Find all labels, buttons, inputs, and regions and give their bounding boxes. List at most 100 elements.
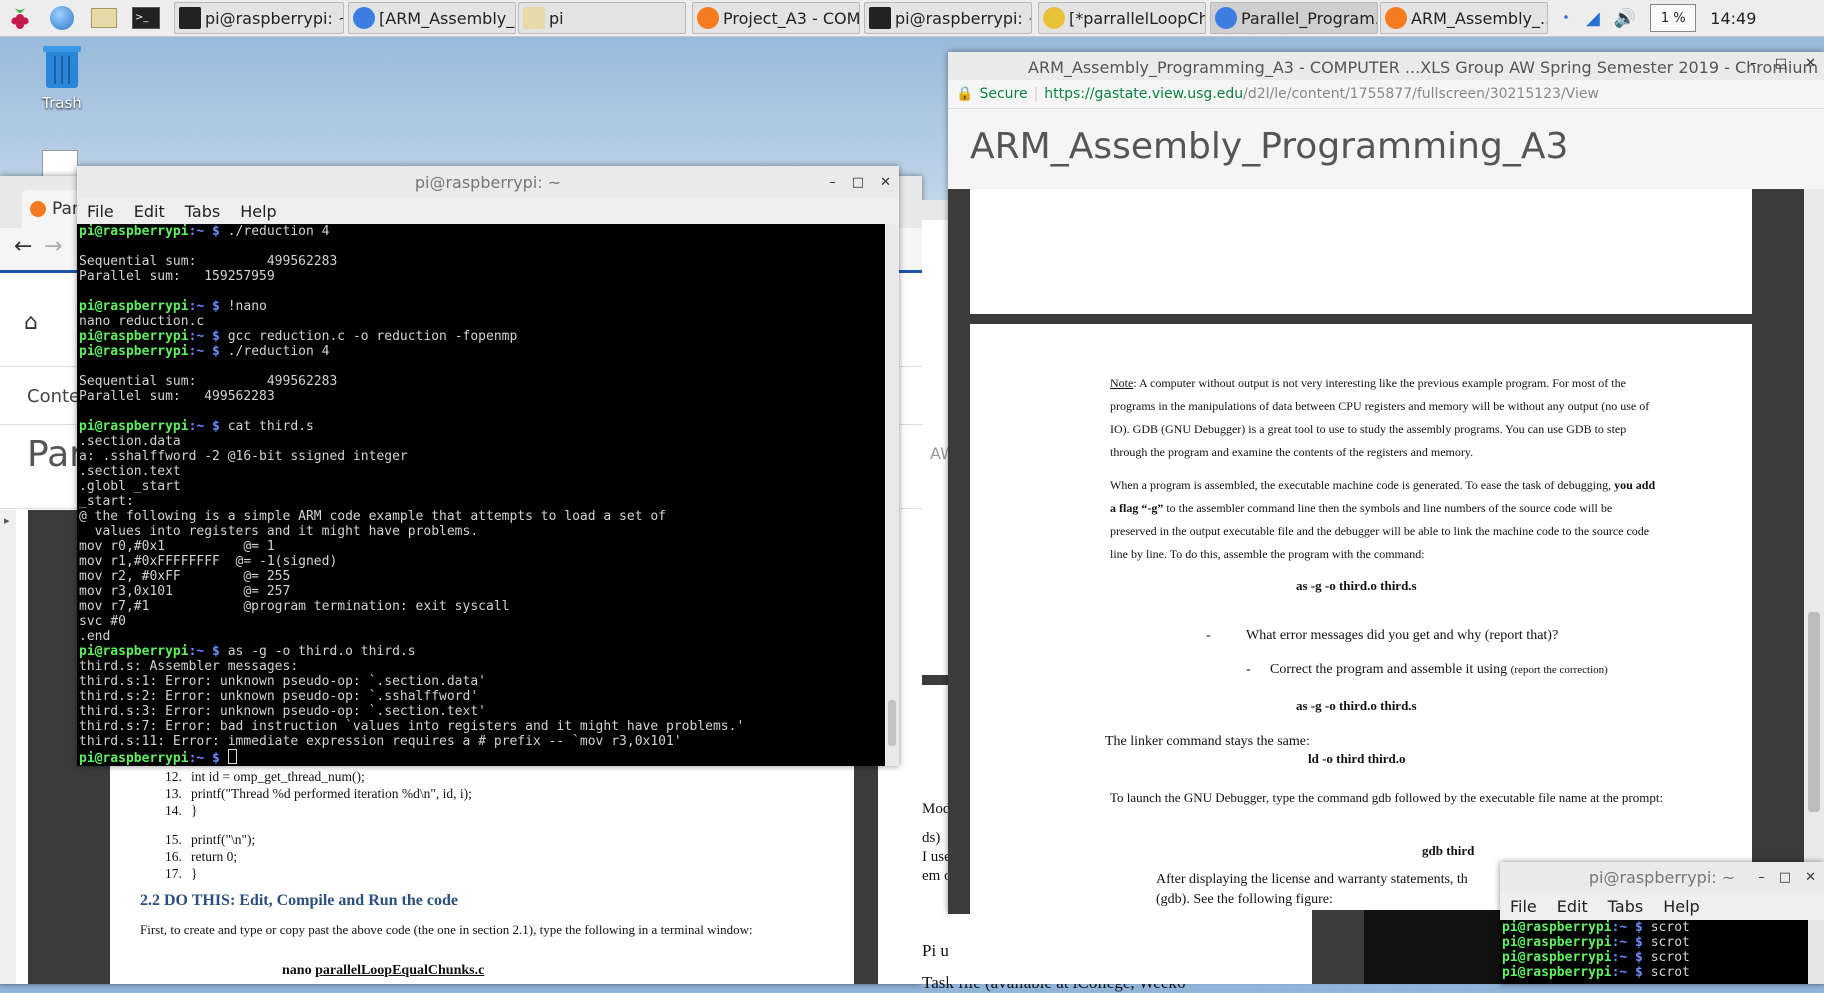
wifi-icon[interactable]: ◢: [1586, 8, 1600, 29]
raspberry-menu-button[interactable]: [6, 4, 34, 32]
terminal-line: pi@raspberrypi:~ $ scrot: [1502, 965, 1808, 980]
code-line: 17.}: [165, 865, 472, 882]
menu-item-edit[interactable]: Edit: [124, 202, 175, 221]
taskbar-task-label: [*parrallelLoopCh...: [1069, 8, 1205, 28]
cmd-as-1: as -g -o third.o third.s: [1296, 578, 1417, 593]
geany-icon: [1043, 7, 1065, 29]
prompt-command: as -g -o third.o third.s: [227, 644, 416, 659]
menu-item-tabs[interactable]: Tabs: [1598, 897, 1653, 916]
minimize-icon[interactable]: –: [1750, 56, 1757, 71]
url-host: https://gastate.view.usg.edu: [1044, 86, 1244, 102]
menu-item-tabs[interactable]: Tabs: [175, 202, 230, 221]
menu-item-help[interactable]: Help: [1653, 897, 1709, 916]
terminal-line: svc #0: [79, 614, 126, 629]
home-icon[interactable]: ⌂: [24, 310, 38, 335]
terminal-line: pi@raspberrypi:~ $ cat third.s: [79, 419, 885, 434]
doc-text-right: Note: A computer without output is not v…: [1110, 372, 1660, 566]
terminal-line: Parallel sum: 499562283: [79, 389, 275, 404]
code-line: 15. printf("\n");: [165, 831, 472, 848]
trash-icon: [43, 46, 81, 88]
sidebar-toggle-icon[interactable]: ▸: [4, 514, 10, 527]
code-line: 13. printf("Thread %d performed iteration…: [165, 785, 472, 802]
taskbar-task[interactable]: pi@raspberrypi: ~: [864, 2, 1032, 34]
taskbar-task[interactable]: [ARM_Assembly_...: [348, 2, 516, 34]
url-path: /d2l/le/content/1755877/fullscreen/30215…: [1243, 86, 1599, 102]
document-lower-left: 12. int id = omp_get_thread_num(); 13. prin…: [110, 768, 854, 984]
terminal-scrollbar[interactable]: [885, 224, 899, 766]
code-line-text: return 0;: [191, 849, 238, 864]
prompt-path: :~ $: [1611, 935, 1651, 950]
prompt-command: scrot: [1650, 935, 1690, 950]
taskbar-task-label: [ARM_Assembly_...: [379, 8, 516, 28]
terminal-main-window: pi@raspberrypi: ~ – □ ✕ File Edit Tabs Help…: [77, 166, 899, 766]
assemble-paragraph: When a program is assembled, the executa…: [1110, 474, 1660, 566]
forward-icon[interactable]: →: [44, 234, 62, 259]
menu-item-edit[interactable]: Edit: [1547, 897, 1598, 916]
prompt-user: pi@raspberrypi: [79, 344, 189, 359]
maximize-icon[interactable]: □: [852, 175, 864, 190]
web-browser-launcher[interactable]: [48, 4, 76, 32]
file-manager-launcher[interactable]: [90, 4, 118, 32]
terminal-output[interactable]: pi@raspberrypi:~ $ ./reduction 4 Sequenti…: [77, 224, 885, 766]
taskbar-task[interactable]: [*parrallelLoopCh...: [1038, 2, 1206, 34]
prompt-user: pi@raspberrypi: [1502, 935, 1612, 950]
terminal-line: .section.data: [79, 434, 181, 449]
clock[interactable]: 14:49: [1710, 9, 1756, 28]
window-title: ARM_Assembly_Programming_A3 - COMPUTER .…: [1028, 58, 1819, 77]
scroll-thumb[interactable]: [888, 700, 896, 746]
cpu-monitor[interactable]: 1 %: [1650, 4, 1697, 32]
section-text: First, to create and type or copy past t…: [140, 922, 753, 937]
menu-item-file[interactable]: File: [77, 202, 124, 221]
close-icon[interactable]: ✕: [880, 175, 891, 190]
terminal-line: third.s:11: Error: immediate expression …: [79, 734, 682, 749]
taskbar-task[interactable]: Parallel_Program...: [1210, 2, 1378, 34]
terminal-icon: [869, 7, 891, 29]
taskbar-task[interactable]: pi@raspberrypi: ~: [174, 2, 344, 34]
chromium-icon: [1215, 7, 1237, 29]
taskbar-task[interactable]: pi: [518, 2, 686, 34]
cmd-as-2: as -g -o third.o third.s: [1296, 698, 1417, 713]
terminal-icon: [179, 7, 201, 29]
prompt-path: :~ $: [188, 329, 228, 344]
close-icon[interactable]: ✕: [1805, 870, 1816, 885]
terminal-line: .end: [79, 629, 111, 644]
terminal-line: mov r1,#0xFFFFFFFF @= -1(signed): [79, 554, 338, 569]
volume-icon[interactable]: 🔊: [1614, 8, 1636, 29]
folder-icon: [523, 7, 545, 29]
minimize-icon[interactable]: –: [1758, 870, 1765, 885]
prompt-path: :~ $: [1611, 920, 1651, 935]
after-line-2: (gdb). See the following figure:: [1156, 892, 1333, 907]
terminal-small-output[interactable]: pi@raspberrypi:~ $ scrot pi@raspberrypi:~…: [1500, 920, 1808, 984]
maximize-icon[interactable]: □: [1775, 56, 1787, 71]
prompt-user: pi@raspberrypi: [79, 419, 189, 434]
terminal-line: mov r3,0x101 @= 257: [79, 584, 291, 599]
menu-item-help[interactable]: Help: [230, 202, 286, 221]
menu-item-file[interactable]: File: [1500, 897, 1547, 916]
taskbar-task-label: pi@raspberrypi: ~: [205, 8, 344, 28]
terminal-launcher[interactable]: >_: [132, 4, 160, 32]
taskbar-task[interactable]: Project_A3 - COM...: [692, 2, 860, 34]
minimize-icon[interactable]: –: [829, 175, 836, 190]
taskbar-task[interactable]: ARM_Assembly_...: [1380, 2, 1548, 34]
prompt-user: pi@raspberrypi: [79, 299, 189, 314]
cmd-gdb: gdb third: [1422, 843, 1475, 858]
note-text: : A computer without output is not very …: [1110, 376, 1650, 459]
prompt-path: :~ $: [188, 419, 228, 434]
maximize-icon[interactable]: □: [1779, 870, 1791, 885]
address-bar[interactable]: 🔒 Secure | https://gastate.view.usg.edu …: [948, 80, 1824, 109]
code-line: 14.}: [165, 802, 472, 819]
terminal-line: .globl _start: [79, 479, 181, 494]
terminal-line: pi@raspberrypi:~ $ !nano: [79, 299, 885, 314]
trash-desktop-icon[interactable]: Trash: [30, 42, 94, 112]
close-icon[interactable]: ✕: [1805, 56, 1816, 71]
back-icon[interactable]: ←: [14, 234, 32, 259]
raspberry-icon: [11, 8, 29, 29]
bluetooth-icon[interactable]: ᛫: [1560, 6, 1572, 30]
terminal-line: pi@raspberrypi:~ $ ./reduction 4: [79, 224, 885, 239]
taskbar-task-label: pi: [549, 8, 564, 28]
scrollbar-right[interactable]: [1808, 612, 1820, 812]
question-1: - What error messages did you get and why…: [1206, 628, 1558, 644]
